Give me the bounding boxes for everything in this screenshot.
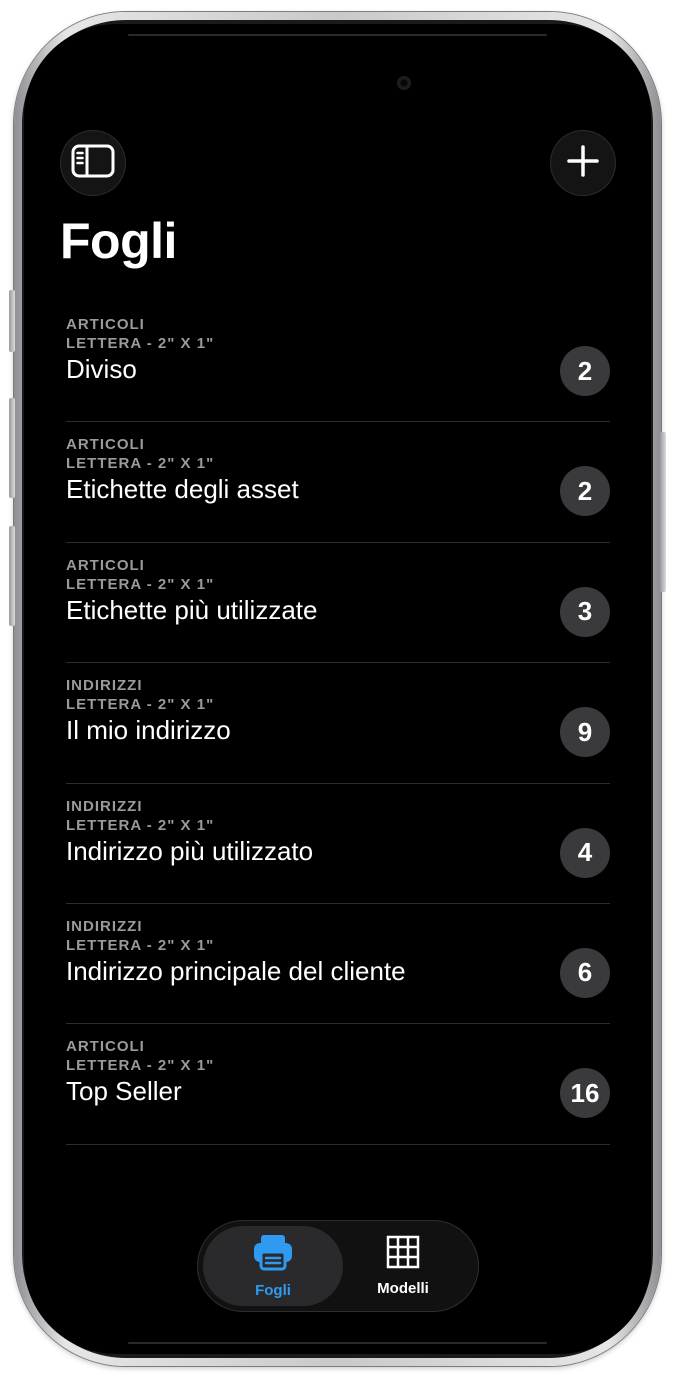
sheet-size: LETTERA - 2" X 1" bbox=[66, 335, 215, 352]
volume-up-button bbox=[9, 398, 15, 498]
sheet-count-badge: 16 bbox=[560, 1068, 610, 1119]
sheet-row-top-seller[interactable]: ARTICOLI LETTERA - 2" X 1" Top Seller 16 bbox=[66, 1024, 610, 1145]
plus-icon bbox=[566, 144, 600, 183]
sheet-size: LETTERA - 2" X 1" bbox=[66, 936, 215, 954]
sheet-name: Diviso bbox=[66, 354, 137, 384]
sheet-count-badge: 4 bbox=[560, 827, 610, 878]
sheet-name: Etichette degli asset bbox=[66, 474, 299, 505]
volume-down-button bbox=[9, 526, 15, 626]
front-camera bbox=[397, 76, 411, 90]
sheet-row-indirizzo-piu-utilizzato[interactable]: INDIRIZZI LETTERA - 2" X 1" Indirizzo pi… bbox=[66, 784, 610, 904]
tab-modelli[interactable]: Modelli bbox=[333, 1226, 473, 1306]
sheet-category: ARTICOLI bbox=[66, 316, 145, 333]
page-title: Fogli bbox=[60, 213, 177, 269]
sheet-row-etichette-piu-utilizzate[interactable]: ARTICOLI LETTERA - 2" X 1" Etichette più… bbox=[66, 543, 610, 664]
sheet-category: INDIRIZZI bbox=[66, 917, 143, 935]
sheet-size: LETTERA - 2" X 1" bbox=[66, 575, 215, 593]
screen-edge-top bbox=[128, 34, 547, 36]
sheet-row-diviso[interactable]: ARTICOLI LETTERA - 2" X 1" Diviso 2 bbox=[66, 302, 610, 423]
printer-icon bbox=[252, 1233, 294, 1276]
add-sheet-button[interactable] bbox=[550, 130, 616, 196]
sheet-count-badge: 6 bbox=[560, 947, 610, 998]
sheet-category: INDIRIZZI bbox=[66, 797, 143, 815]
sheet-count-badge: 2 bbox=[560, 466, 610, 517]
sheet-list: ARTICOLI LETTERA - 2" X 1" Diviso 2 ARTI… bbox=[66, 302, 610, 1145]
sheet-name: Il mio indirizzo bbox=[66, 715, 231, 746]
sheet-category: ARTICOLI bbox=[66, 556, 145, 574]
tab-fogli[interactable]: Fogli bbox=[203, 1226, 343, 1306]
sheet-row-indirizzo-principale-del-cliente[interactable]: INDIRIZZI LETTERA - 2" X 1" Indirizzo pr… bbox=[66, 904, 610, 1025]
sheet-size: LETTERA - 2" X 1" bbox=[66, 1057, 215, 1075]
sheet-row-etichette-degli-asset[interactable]: ARTICOLI LETTERA - 2" X 1" Etichette deg… bbox=[66, 422, 610, 543]
sheet-name: Indirizzo principale del cliente bbox=[66, 955, 406, 986]
sheet-size: LETTERA - 2" X 1" bbox=[66, 816, 215, 834]
sheet-row-il-mio-indirizzo[interactable]: INDIRIZZI LETTERA - 2" X 1" Il mio indir… bbox=[66, 663, 610, 784]
sheet-category: ARTICOLI bbox=[66, 436, 145, 454]
side-button bbox=[660, 432, 666, 592]
sidebar-icon bbox=[71, 144, 115, 183]
tab-bar: Fogli Modelli bbox=[197, 1220, 479, 1312]
sheet-size: LETTERA - 2" X 1" bbox=[66, 696, 215, 714]
sheet-category: ARTICOLI bbox=[66, 1038, 145, 1056]
tab-label: Modelli bbox=[377, 1280, 429, 1297]
sheet-count-badge: 2 bbox=[560, 346, 610, 396]
sheet-size: LETTERA - 2" X 1" bbox=[66, 455, 215, 473]
sidebar-button[interactable] bbox=[60, 130, 126, 196]
sheet-category: INDIRIZZI bbox=[66, 677, 143, 695]
action-button bbox=[9, 290, 15, 352]
sheet-name: Indirizzo più utilizzato bbox=[66, 835, 314, 866]
sheet-count-badge: 3 bbox=[560, 586, 610, 637]
tab-label: Fogli bbox=[255, 1282, 291, 1299]
grid-icon bbox=[386, 1235, 420, 1274]
sheet-count-badge: 9 bbox=[560, 707, 610, 758]
sheet-name: Top Seller bbox=[66, 1076, 182, 1107]
app-screen: Fogli ARTICOLI LETTERA - 2" X 1" Diviso … bbox=[24, 24, 651, 1354]
sheet-name: Etichette più utilizzate bbox=[66, 594, 318, 625]
screen-edge-bottom bbox=[128, 1342, 547, 1344]
